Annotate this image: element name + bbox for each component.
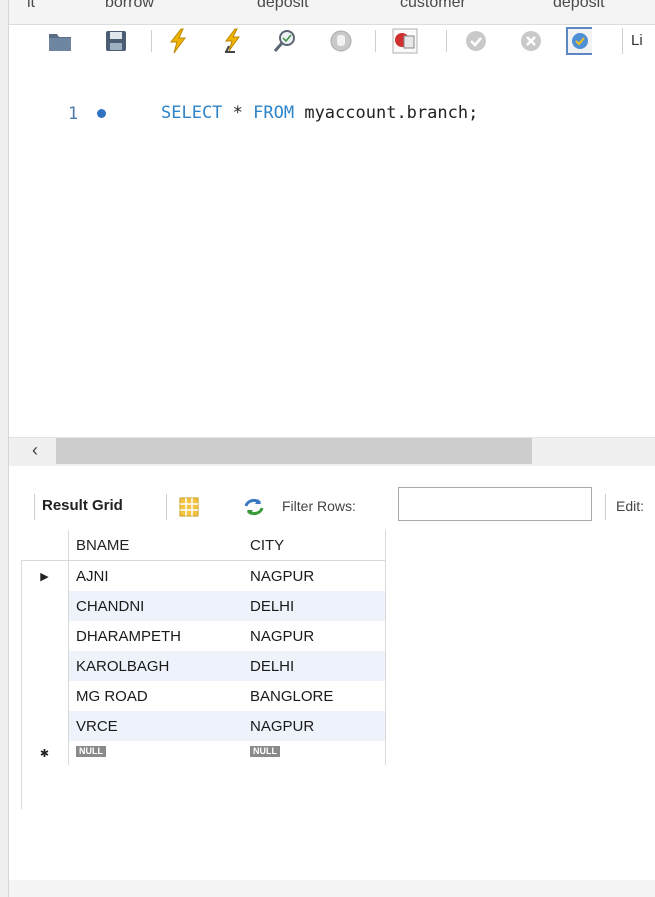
- toolbar-separator: [446, 30, 447, 52]
- table-row[interactable]: DHARAMPETH NAGPUR: [21, 621, 386, 651]
- filter-rows-input[interactable]: [398, 487, 592, 521]
- cell-city[interactable]: BANGLORE: [246, 681, 386, 711]
- result-grid-tab[interactable]: Result Grid: [42, 497, 123, 514]
- row-header-corner: [21, 530, 69, 561]
- window-left-edge: [0, 0, 9, 897]
- editor-tab-strip: it borrow deposit customer deposit: [9, 0, 655, 25]
- cell-bname[interactable]: VRCE: [68, 711, 246, 741]
- row-header: [21, 621, 69, 651]
- column-header-bname[interactable]: BNAME: [68, 530, 246, 561]
- sql-keyword-from: FROM: [253, 103, 295, 123]
- sql-keyword-select: SELECT: [161, 103, 223, 123]
- scrollbar-thumb[interactable]: [56, 438, 532, 464]
- row-header: [21, 651, 69, 681]
- cell-city[interactable]: NAGPUR: [246, 560, 386, 591]
- toolbar-separator: [375, 30, 376, 52]
- row-header: [21, 681, 69, 711]
- sql-statement[interactable]: SELECT * FROM myaccount.branch;: [161, 103, 478, 123]
- scroll-left-arrow-icon[interactable]: ‹: [32, 440, 38, 461]
- refresh-icon[interactable]: [241, 494, 267, 520]
- tab-deposit[interactable]: deposit: [257, 0, 309, 12]
- tab-deposit-2[interactable]: deposit: [553, 0, 605, 12]
- grid-view-icon[interactable]: [176, 494, 202, 520]
- tab-it[interactable]: it: [27, 0, 35, 12]
- toolbar-separator: [605, 494, 606, 520]
- limit-rows-dropdown[interactable]: Li: [622, 28, 655, 54]
- explain-magnifier-icon[interactable]: [273, 28, 299, 54]
- null-badge: NULL: [76, 746, 106, 757]
- toolbar-separator: [151, 30, 152, 52]
- row-header: [21, 711, 69, 741]
- cell-city[interactable]: NAGPUR: [246, 621, 386, 651]
- toolbar-separator: [166, 494, 167, 520]
- filter-rows-label: Filter Rows:: [282, 498, 356, 514]
- table-row[interactable]: MG ROAD BANGLORE: [21, 681, 386, 711]
- bottom-status-strip: [9, 880, 655, 897]
- open-folder-icon[interactable]: [47, 28, 73, 54]
- row-header: [21, 591, 69, 621]
- cell-bname[interactable]: MG ROAD: [69, 681, 247, 711]
- tab-customer[interactable]: customer: [400, 0, 466, 12]
- new-row[interactable]: ✱ NULL NULL: [21, 741, 386, 765]
- execute-lightning-icon[interactable]: [165, 28, 191, 54]
- stop-hand-icon[interactable]: [328, 28, 354, 54]
- cell-null[interactable]: NULL: [246, 741, 386, 765]
- cell-null[interactable]: NULL: [69, 741, 247, 765]
- rollback-cancel-icon[interactable]: [518, 28, 544, 54]
- table-row[interactable]: CHANDNI DELHI: [21, 591, 386, 621]
- sql-editor[interactable]: [9, 88, 655, 434]
- header-row: BNAME CITY: [21, 530, 386, 561]
- cell-bname[interactable]: AJNI: [69, 561, 247, 592]
- cell-bname[interactable]: CHANDNI: [68, 591, 246, 621]
- table-row[interactable]: KAROLBAGH DELHI: [21, 651, 386, 681]
- null-badge: NULL: [250, 746, 280, 757]
- cell-city[interactable]: NAGPUR: [246, 711, 386, 741]
- execute-current-icon[interactable]: [220, 28, 246, 54]
- sql-star: *: [222, 103, 254, 123]
- cell-city[interactable]: DELHI: [246, 591, 386, 621]
- commit-check-icon[interactable]: [463, 28, 489, 54]
- cell-city[interactable]: DELHI: [246, 651, 386, 681]
- toggle-error-stop-icon[interactable]: [392, 28, 418, 54]
- cell-bname[interactable]: DHARAMPETH: [69, 621, 247, 651]
- auto-commit-toggle-icon[interactable]: [566, 27, 592, 55]
- new-row-marker-icon: ✱: [21, 741, 69, 765]
- edit-label: Edit:: [616, 498, 645, 514]
- statement-marker-icon: [97, 109, 106, 118]
- current-row-indicator-icon: ▶: [21, 560, 69, 591]
- table-row[interactable]: VRCE NAGPUR: [21, 711, 386, 741]
- column-header-city[interactable]: CITY: [246, 530, 386, 561]
- toolbar-separator: [34, 494, 35, 520]
- tab-borrow[interactable]: borrow: [105, 0, 154, 12]
- sql-table-name: myaccount.branch;: [294, 103, 479, 123]
- cell-bname[interactable]: KAROLBAGH: [68, 651, 246, 681]
- result-grid[interactable]: BNAME CITY ▶ AJNI NAGPUR CHANDNI DELHI D…: [21, 530, 386, 765]
- table-row[interactable]: ▶ AJNI NAGPUR: [21, 560, 386, 592]
- save-icon[interactable]: [103, 28, 129, 54]
- line-number: 1: [68, 104, 79, 124]
